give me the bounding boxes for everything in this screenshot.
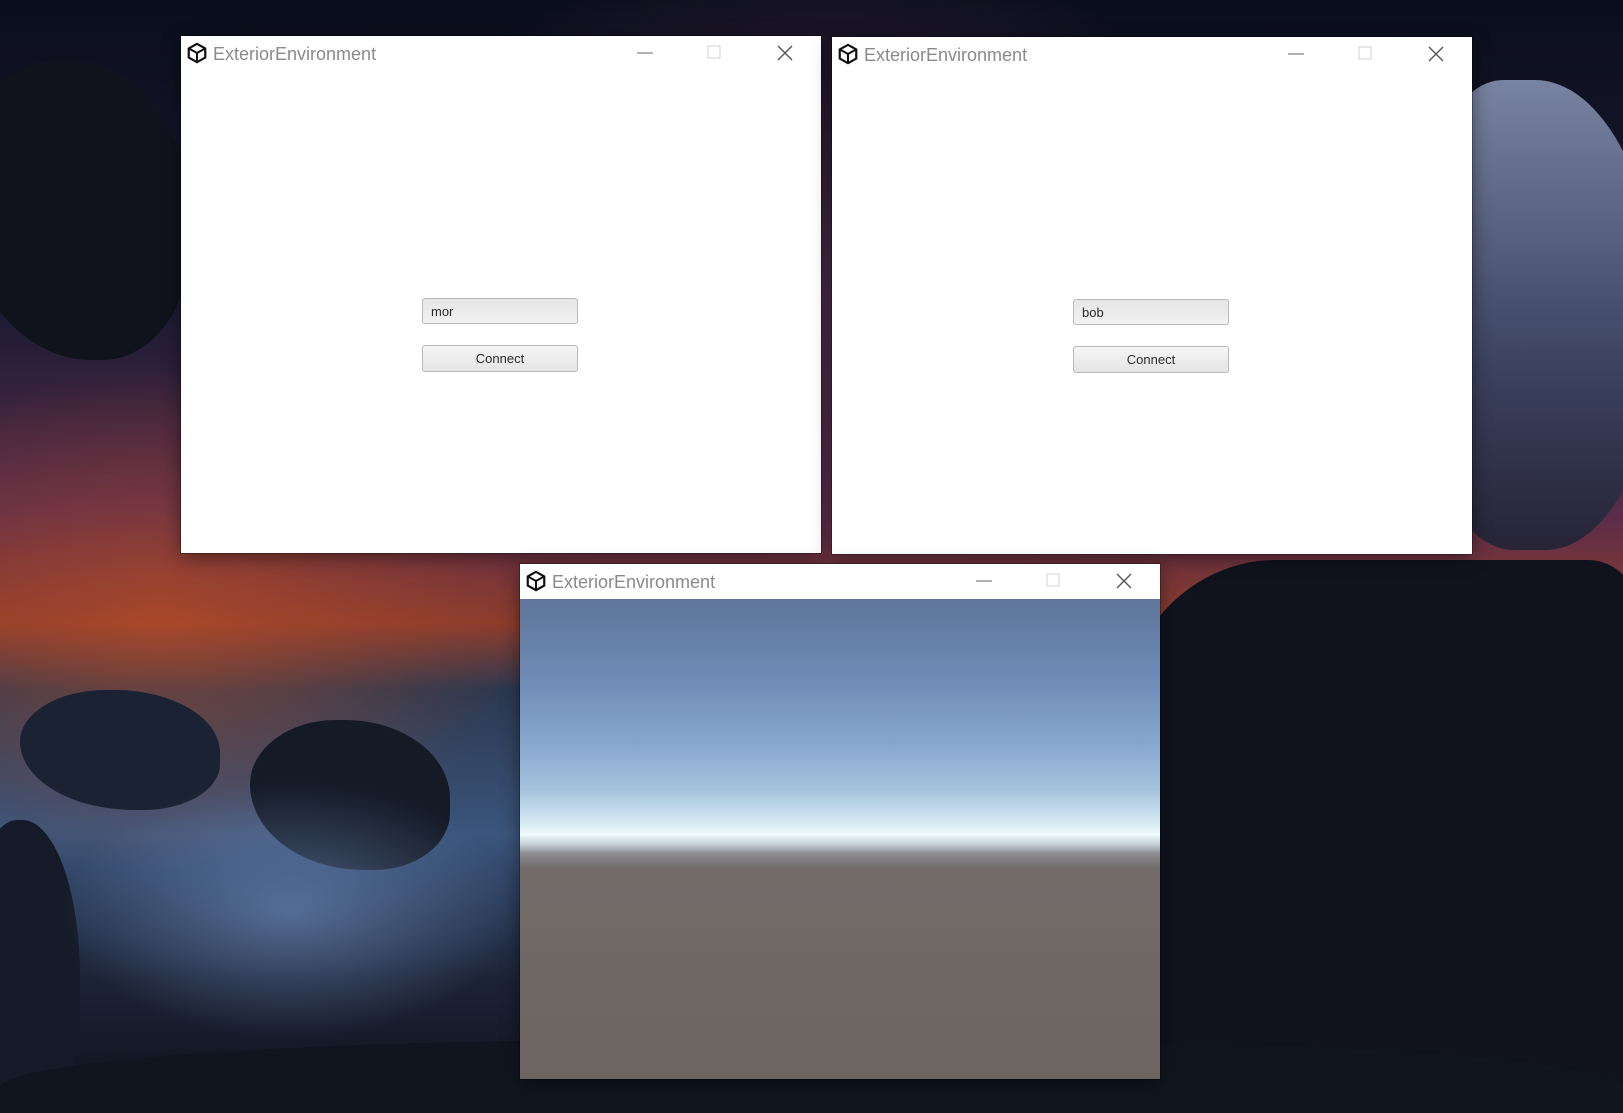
game-window-3: ExteriorEnvironment	[520, 564, 1160, 1079]
connect-button[interactable]: Connect	[422, 345, 578, 372]
maximize-icon	[1358, 46, 1372, 60]
unity-logo-icon	[526, 570, 546, 592]
minimize-button[interactable]	[961, 564, 1007, 599]
minimize-icon	[637, 52, 653, 54]
minimize-button[interactable]	[1273, 37, 1319, 72]
unity-logo-icon	[187, 42, 207, 64]
game-window-1: ExteriorEnvironment Connect	[181, 36, 821, 553]
close-icon	[1428, 46, 1444, 62]
title-bar[interactable]: ExteriorEnvironment	[832, 37, 1472, 72]
close-button[interactable]	[1413, 37, 1459, 72]
minimize-icon	[1288, 53, 1304, 55]
window-title: ExteriorEnvironment	[213, 44, 377, 64]
game-viewport[interactable]	[520, 599, 1160, 1079]
window-title: ExteriorEnvironment	[552, 572, 716, 592]
wallpaper-rock	[1120, 560, 1623, 1113]
player-name-input[interactable]	[422, 298, 578, 324]
game-window-2: ExteriorEnvironment Connect	[832, 37, 1472, 554]
close-icon	[1116, 573, 1132, 589]
title-bar[interactable]: ExteriorEnvironment	[181, 36, 821, 71]
wallpaper-mist	[60, 780, 520, 1040]
wallpaper-rock	[0, 60, 190, 360]
close-icon	[777, 45, 793, 61]
maximize-button[interactable]	[1342, 37, 1388, 72]
maximize-button[interactable]	[1030, 564, 1076, 599]
minimize-icon	[976, 580, 992, 582]
maximize-icon	[707, 45, 721, 59]
maximize-button[interactable]	[691, 36, 737, 71]
maximize-icon	[1046, 573, 1060, 587]
close-button[interactable]	[762, 36, 808, 71]
title-bar[interactable]: ExteriorEnvironment	[520, 564, 1160, 599]
close-button[interactable]	[1101, 564, 1147, 599]
player-name-input[interactable]	[1073, 299, 1229, 325]
unity-logo-icon	[838, 43, 858, 65]
connect-button[interactable]: Connect	[1073, 346, 1229, 373]
minimize-button[interactable]	[622, 36, 668, 71]
window-title: ExteriorEnvironment	[864, 45, 1028, 65]
